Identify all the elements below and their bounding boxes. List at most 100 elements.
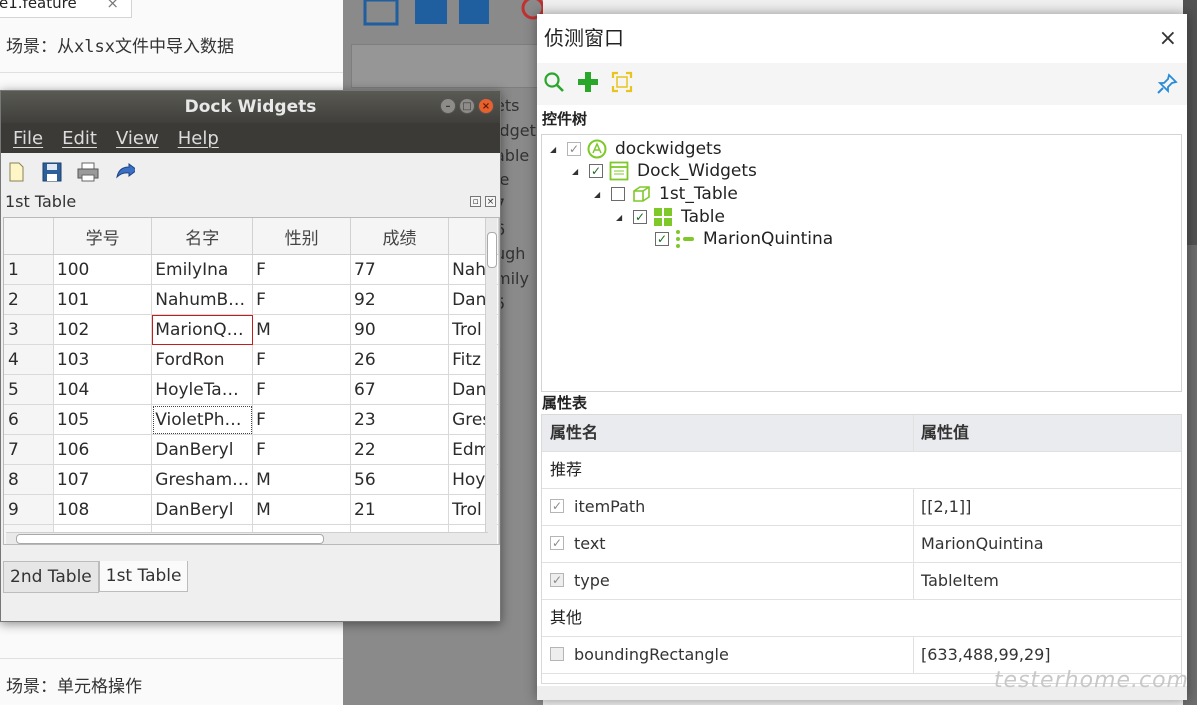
checkbox[interactable]: ✓: [633, 210, 647, 224]
tab-2nd-table[interactable]: 2nd Table: [3, 561, 99, 593]
table-cell[interactable]: F: [252, 254, 352, 285]
prop-row-type[interactable]: ✓ type TableItem: [542, 563, 1181, 600]
row-header-cell[interactable]: 4: [4, 344, 54, 375]
checkbox[interactable]: ✓: [550, 536, 564, 550]
table-cell[interactable]: F: [252, 434, 352, 465]
menu-edit[interactable]: Edit: [62, 128, 97, 149]
table-cell[interactable]: 90: [350, 314, 450, 345]
capture-icon[interactable]: [611, 71, 633, 97]
table-cell[interactable]: VioletPh…: [151, 404, 254, 435]
row-header-cell[interactable]: 5: [4, 374, 54, 405]
pin-icon[interactable]: [1156, 73, 1178, 99]
undo-icon[interactable]: [113, 161, 135, 183]
table-cell[interactable]: HoyleTa…: [151, 374, 254, 405]
table-cell[interactable]: 67: [350, 374, 450, 405]
corner-cell[interactable]: [4, 218, 54, 255]
table-row[interactable]: 1 100 EmilyIna F 77 Nah: [4, 254, 499, 285]
window-titlebar[interactable]: Dock Widgets – □ ×: [1, 91, 500, 123]
table-cell[interactable]: F: [252, 344, 352, 375]
table-row[interactable]: 6 105 VioletPh… F 23 Gres: [4, 404, 499, 435]
prop-row-itempath[interactable]: ✓ itemPath [[2,1]]: [542, 489, 1181, 526]
maximize-icon[interactable]: □: [459, 98, 475, 114]
checkbox[interactable]: [611, 187, 625, 201]
column-header[interactable]: 性别: [252, 218, 352, 255]
row-header-cell[interactable]: 9: [4, 494, 54, 525]
table-row[interactable]: 3 102 MarionQ… M 90 Trol: [4, 314, 499, 345]
checkbox[interactable]: ✓: [550, 499, 564, 513]
column-header[interactable]: 名字: [151, 218, 254, 255]
table-cell[interactable]: Gresham…: [151, 464, 254, 495]
table-row[interactable]: 7 106 DanBeryl F 22 Edm: [4, 434, 499, 465]
table-cell[interactable]: 103: [53, 344, 153, 375]
row-header-cell[interactable]: 7: [4, 434, 54, 465]
close-icon[interactable]: ×: [485, 196, 496, 207]
menu-file[interactable]: File: [13, 128, 43, 149]
save-icon[interactable]: [41, 161, 63, 183]
close-icon[interactable]: ×: [106, 0, 119, 17]
expand-arrow-icon[interactable]: ◢: [550, 145, 560, 154]
tree-node-1st-table[interactable]: ◢ 1st_Table: [594, 183, 738, 205]
table-cell[interactable]: 108: [53, 494, 153, 525]
checkbox[interactable]: ✓: [567, 142, 581, 156]
table-cell[interactable]: EmilyIna: [151, 254, 254, 285]
row-header-cell[interactable]: 8: [4, 464, 54, 495]
table-row[interactable]: 4 103 FordRon F 26 Fitz: [4, 344, 499, 375]
horizontal-scrollbar[interactable]: [6, 532, 488, 544]
table-cell[interactable]: MarionQ…: [151, 314, 254, 345]
menu-view[interactable]: View: [116, 128, 159, 149]
table-cell[interactable]: F: [252, 284, 352, 315]
row-header-cell[interactable]: 1: [4, 254, 54, 285]
table-cell[interactable]: 101: [53, 284, 153, 315]
expand-arrow-icon[interactable]: ◢: [616, 213, 626, 222]
print-icon[interactable]: [77, 161, 99, 183]
checkbox[interactable]: ✓: [550, 573, 564, 587]
table-row[interactable]: 8 107 Gresham… M 56 Hoy: [4, 464, 499, 495]
table-row[interactable]: 2 101 NahumB… F 92 Dan: [4, 284, 499, 315]
add-icon[interactable]: [577, 71, 599, 97]
float-icon[interactable]: ▫: [470, 196, 481, 207]
search-icon[interactable]: [543, 71, 565, 97]
table-cell[interactable]: 26: [350, 344, 450, 375]
tree-node-dockwidgets[interactable]: ◢ ✓ dockwidgets: [550, 138, 722, 160]
table-row[interactable]: 5 104 HoyleTa… F 67 Dan: [4, 374, 499, 405]
table-cell[interactable]: 23: [350, 404, 450, 435]
row-header-cell[interactable]: 3: [4, 314, 54, 345]
close-icon[interactable]: ×: [478, 98, 494, 114]
row-header-cell[interactable]: 6: [4, 404, 54, 435]
table-row[interactable]: 9 108 DanBeryl M 21 Trol: [4, 494, 499, 525]
table-cell[interactable]: 22: [350, 434, 450, 465]
table-cell[interactable]: F: [252, 374, 352, 405]
table-cell[interactable]: 56: [350, 464, 450, 495]
table-cell[interactable]: 100: [53, 254, 153, 285]
expand-arrow-icon[interactable]: ◢: [572, 167, 582, 176]
close-icon[interactable]: ×: [1159, 14, 1177, 63]
table-cell[interactable]: F: [252, 404, 352, 435]
control-tree[interactable]: ◢ ✓ dockwidgets ◢ ✓ Dock_Widgets ◢ 1st_T…: [541, 134, 1182, 392]
menu-help[interactable]: Help: [178, 128, 219, 149]
table-cell[interactable]: 106: [53, 434, 153, 465]
tree-node-dock-widgets[interactable]: ◢ ✓ Dock_Widgets: [572, 160, 757, 182]
expand-arrow-icon[interactable]: ◢: [594, 190, 604, 199]
prop-row-text[interactable]: ✓ text MarionQuintina: [542, 526, 1181, 563]
table-cell[interactable]: 92: [350, 284, 450, 315]
table-cell[interactable]: M: [252, 464, 352, 495]
table-cell[interactable]: M: [252, 314, 352, 345]
table-cell[interactable]: 107: [53, 464, 153, 495]
data-table[interactable]: 学号 名字 性别 成绩 1 100 EmilyIna F 77 Nah 2 101 NahumB…: [3, 217, 500, 545]
editor-tab[interactable]: e1.feature ×: [0, 0, 132, 18]
checkbox[interactable]: ✓: [589, 164, 603, 178]
new-file-icon[interactable]: [5, 161, 27, 183]
tree-node-table[interactable]: ◢ ✓ Table: [616, 206, 725, 228]
table-cell[interactable]: FordRon: [151, 344, 254, 375]
table-cell[interactable]: DanBeryl: [151, 434, 254, 465]
checkbox[interactable]: [550, 647, 564, 661]
column-header[interactable]: 学号: [53, 218, 153, 255]
table-cell[interactable]: 102: [53, 314, 153, 345]
table-cell[interactable]: M: [252, 494, 352, 525]
tab-1st-table[interactable]: 1st Table: [98, 561, 189, 592]
row-header-cell[interactable]: 2: [4, 284, 54, 315]
column-header[interactable]: 成绩: [350, 218, 450, 255]
table-cell[interactable]: 105: [53, 404, 153, 435]
tree-node-marionquintina[interactable]: ✓ MarionQuintina: [655, 228, 833, 250]
table-cell[interactable]: 77: [350, 254, 450, 285]
